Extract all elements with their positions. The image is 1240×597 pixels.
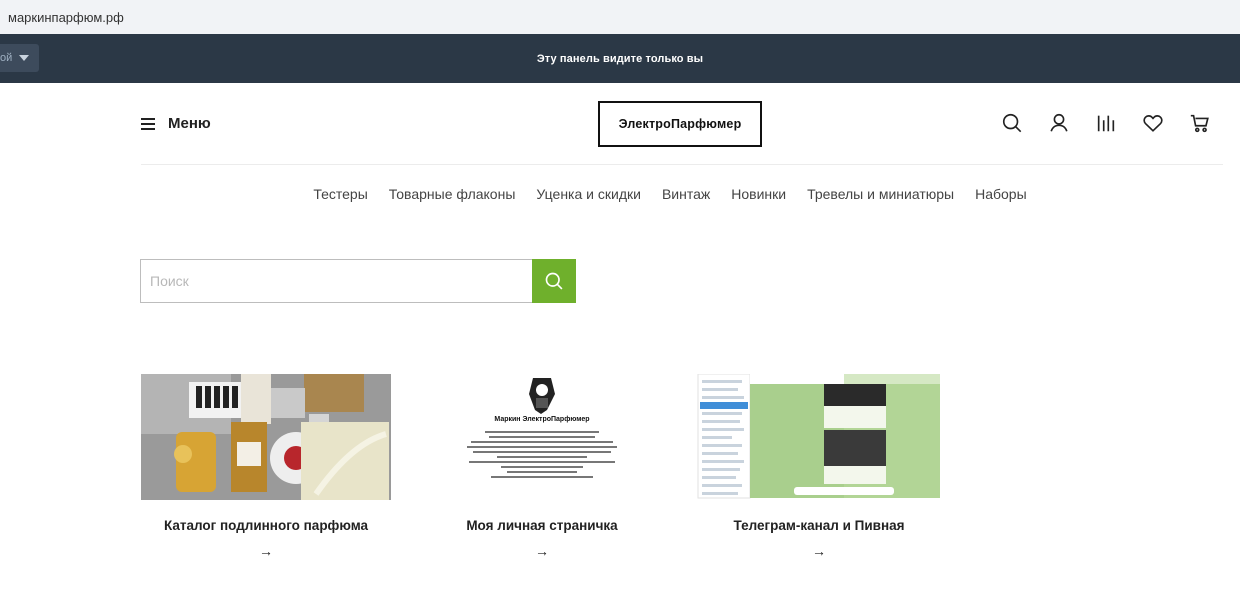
logo-text: ЭлектроПарфюмер xyxy=(618,117,742,131)
nav-item-new[interactable]: Новинки xyxy=(731,186,786,202)
site-header: Меню ЭлектроПарфюмер xyxy=(0,83,1240,165)
catalog-photo xyxy=(141,374,391,500)
browser-address-bar[interactable]: маркинпарфюм.рф xyxy=(0,0,1240,34)
nav-item-vintage[interactable]: Винтаж xyxy=(662,186,710,202)
category-nav: Тестеры Товарные флаконы Уценка и скидки… xyxy=(0,186,1240,202)
header-divider xyxy=(141,164,1223,165)
card-title: Каталог подлинного парфюма xyxy=(163,518,369,533)
personal-page-text-lines xyxy=(467,428,617,481)
nav-item-sets[interactable]: Наборы xyxy=(975,186,1027,202)
arrow-right-icon: → xyxy=(259,543,273,559)
admin-panel-note: Эту панель видите только вы xyxy=(536,52,704,65)
card-telegram[interactable]: Телеграм-канал и Пивная → xyxy=(694,374,944,559)
admin-dropdown[interactable]: ой xyxy=(0,44,39,72)
site-logo[interactable]: ЭлектроПарфюмер xyxy=(598,101,762,147)
arrow-right-icon: → xyxy=(535,543,549,559)
admin-panel-bar: ой Эту панель видите только вы xyxy=(0,34,1240,83)
card-title: Моя личная страничка xyxy=(466,518,618,533)
nav-item-retail-bottles[interactable]: Товарные флаконы xyxy=(389,186,516,202)
nav-item-travels[interactable]: Тревелы и миниатюры xyxy=(807,186,954,202)
url-text: маркинпарфюм.рф xyxy=(8,9,124,25)
arrow-right-icon: → xyxy=(812,543,826,559)
personal-page-image: Маркин ЭлектроПарфюмер xyxy=(417,374,667,500)
cart-icon[interactable] xyxy=(1188,111,1212,135)
menu-label: Меню xyxy=(168,115,211,132)
menu-button[interactable]: Меню xyxy=(141,115,211,132)
card-catalog[interactable]: Каталог подлинного парфюма → xyxy=(141,374,391,559)
header-icons xyxy=(1000,111,1235,135)
card-personal-page[interactable]: Маркин ЭлектроПарфюмер Моя личная страни… xyxy=(417,374,667,559)
personal-page-heading: Маркин ЭлектроПарфюмер xyxy=(494,416,590,423)
heart-icon[interactable] xyxy=(1141,111,1165,135)
telegram-screenshot xyxy=(694,374,944,500)
compare-icon[interactable] xyxy=(1094,111,1118,135)
hamburger-icon xyxy=(141,117,155,130)
admin-dropdown-label: ой xyxy=(0,52,13,64)
search-bar xyxy=(140,259,576,303)
search-button[interactable] xyxy=(532,259,576,303)
user-icon[interactable] xyxy=(1047,111,1071,135)
card-title: Телеграм-канал и Пивная xyxy=(733,518,905,533)
search-icon xyxy=(545,272,563,290)
search-input[interactable] xyxy=(140,259,532,303)
nav-item-testers[interactable]: Тестеры xyxy=(313,186,367,202)
chevron-down-icon xyxy=(19,55,29,61)
search-icon[interactable] xyxy=(1000,111,1024,135)
nav-item-discounts[interactable]: Уценка и скидки xyxy=(536,186,641,202)
